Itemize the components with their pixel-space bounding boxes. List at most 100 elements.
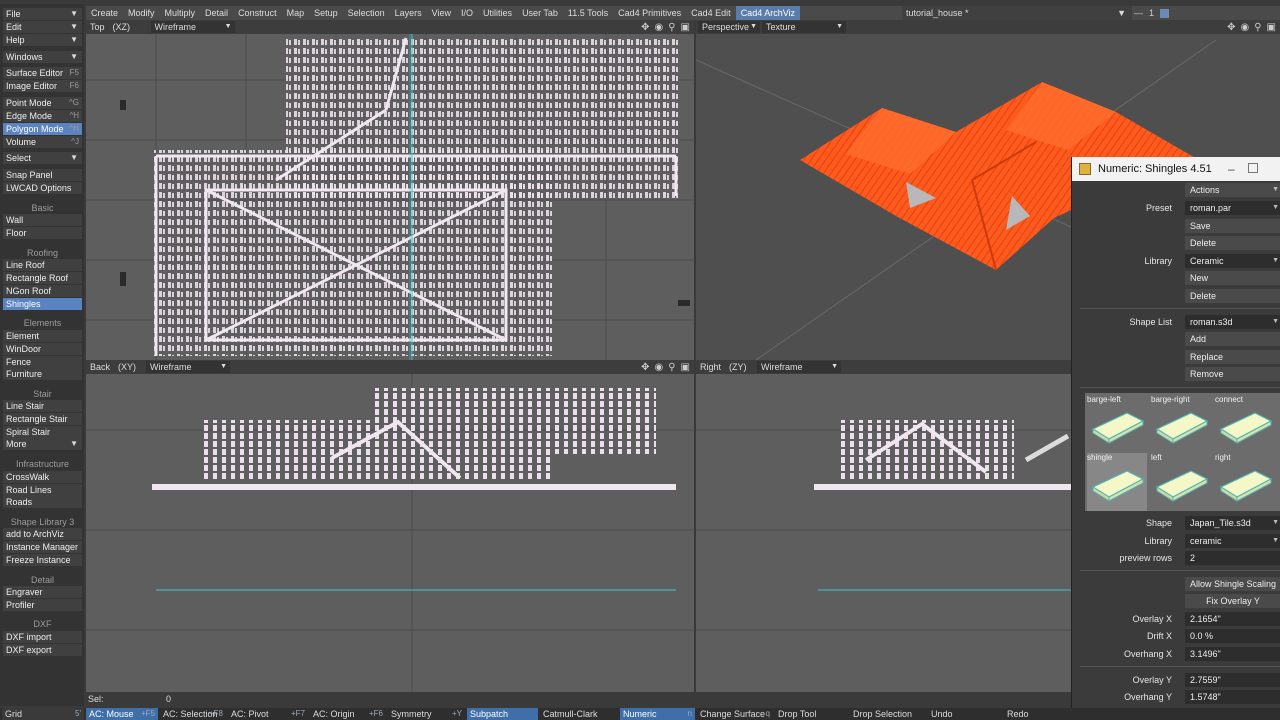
viewport-axes-label[interactable]: (XZ)	[109, 20, 149, 34]
shape-thumbnail-barge-left[interactable]: barge-left	[1087, 395, 1147, 453]
menu-tab-layers[interactable]: Layers	[390, 6, 427, 20]
menu-tab-user-tab[interactable]: User Tab	[517, 6, 563, 20]
remove-shape-button[interactable]: Remove	[1185, 367, 1280, 381]
sidebar-button-snap-panel[interactable]: Snap Panel	[3, 169, 82, 181]
sidebar-button-select[interactable]: Select ▼	[3, 152, 82, 164]
preview-rows-input[interactable]: 2	[1185, 551, 1280, 565]
shape-thumbnail-connect[interactable]: connect	[1215, 395, 1275, 453]
sidebar-button-spiral-stair[interactable]: Spiral Stair	[3, 426, 82, 438]
sidebar-button-image-editor[interactable]: Image Editor F6	[3, 80, 82, 92]
sidebar-button-point-mode[interactable]: Point Mode ^G	[3, 97, 82, 109]
move-view-icon[interactable]: ✥	[1227, 22, 1235, 33]
sidebar-button-line-roof[interactable]: Line Roof	[3, 259, 82, 271]
layer-indicator-icon[interactable]	[1160, 8, 1170, 18]
viewport-right[interactable]: Right (ZY) Wireframe	[696, 360, 1071, 692]
move-view-icon[interactable]: ✥	[641, 22, 649, 33]
sidebar-button-rectangle-roof[interactable]: Rectangle Roof	[3, 272, 82, 284]
status-toggle-symmetry[interactable]: Symmetry +Y	[388, 708, 465, 720]
viewport-render-mode-dropdown[interactable]: Wireframe	[146, 361, 231, 373]
sidebar-button-more[interactable]: More ▼	[3, 438, 82, 450]
sidebar-button-edit[interactable]: Edit ▼	[3, 21, 82, 33]
viewport-view-dropdown[interactable]: Perspective	[698, 21, 760, 33]
status-toggle-ac-pivot[interactable]: AC: Pivot +F7	[228, 708, 308, 720]
menu-tab-setup[interactable]: Setup	[309, 6, 343, 20]
sidebar-button-furniture[interactable]: Furniture	[3, 368, 82, 380]
shape-dropdown[interactable]: Japan_Tile.s3d ▼	[1185, 516, 1280, 530]
status-toggle-subpatch[interactable]: Subpatch	[467, 708, 538, 720]
actions-dropdown[interactable]: Actions ▼	[1185, 183, 1280, 197]
status-toggle-drop-selection[interactable]: Drop Selection	[850, 708, 926, 720]
sidebar-button-surface-editor[interactable]: Surface Editor F5	[3, 67, 82, 79]
menu-tab-detail[interactable]: Detail	[200, 6, 233, 20]
viewport-render-mode-dropdown[interactable]: Wireframe	[757, 361, 842, 373]
allow-shingle-scaling-toggle[interactable]: Allow Shingle Scaling	[1185, 577, 1280, 591]
status-toggle-ac-origin[interactable]: AC: Origin +F6	[310, 708, 386, 720]
sidebar-button-polygon-mode[interactable]: Polygon Mode ^H	[3, 123, 82, 135]
status-toggle-undo[interactable]: Undo	[928, 708, 1002, 720]
zoom-icon[interactable]: ⚲	[1254, 22, 1261, 33]
sidebar-button-crosswalk[interactable]: CrossWalk	[3, 471, 82, 483]
overlay-y-input[interactable]: 2.7559"	[1185, 673, 1280, 687]
panel-title-bar[interactable]: Numeric: Shingles 4.51 –	[1072, 157, 1280, 181]
shape-library-dropdown[interactable]: ceramic ▼	[1185, 534, 1280, 548]
add-shape-button[interactable]: Add	[1185, 332, 1280, 346]
sidebar-button-instance-manager[interactable]: Instance Manager	[3, 541, 82, 553]
shape-thumbnail-left[interactable]: left	[1151, 453, 1211, 511]
library-dropdown[interactable]: Ceramic ▼	[1185, 254, 1280, 268]
viewport-view-label[interactable]: Top	[86, 20, 109, 34]
sidebar-button-engraver[interactable]: Engraver	[3, 586, 82, 598]
sidebar-button-add-to-archviz[interactable]: add to ArchViz	[3, 528, 82, 540]
sidebar-button-help[interactable]: Help ▼	[3, 34, 82, 46]
menu-tab-11-5-tools[interactable]: 11.5 Tools	[563, 6, 613, 20]
maximize-viewport-icon[interactable]: ▣	[1267, 22, 1276, 33]
menu-tab-construct[interactable]: Construct	[233, 6, 282, 20]
status-toggle-ac-mouse[interactable]: AC: Mouse +F5	[86, 708, 158, 720]
menu-tab-view[interactable]: View	[427, 6, 456, 20]
viewport-axes-label[interactable]: (XY)	[114, 360, 144, 374]
zoom-icon[interactable]: ⚲	[668, 22, 675, 33]
window-minimize-icon[interactable]: —	[1134, 8, 1143, 18]
menu-tab-cad4-archviz[interactable]: Cad4 ArchViz	[735, 6, 801, 20]
sidebar-button-road-lines[interactable]: Road Lines	[3, 484, 82, 496]
maximize-viewport-icon[interactable]: ▣	[681, 362, 690, 373]
fix-overlay-y-toggle[interactable]: Fix Overlay Y	[1185, 594, 1280, 608]
move-view-icon[interactable]: ✥	[641, 362, 649, 373]
sidebar-button-fence[interactable]: Fence	[3, 356, 82, 368]
status-toggle-redo[interactable]: Redo	[1004, 708, 1070, 720]
maximize-viewport-icon[interactable]: ▣	[681, 22, 690, 33]
rotate-view-icon[interactable]: ◉	[1240, 22, 1249, 33]
status-toggle-catmull-clark[interactable]: Catmull-Clark	[540, 708, 618, 720]
drift-x-input[interactable]: 0.0 %	[1185, 629, 1280, 643]
sidebar-button-windows[interactable]: Windows ▼	[3, 51, 82, 63]
rotate-view-icon[interactable]: ◉	[654, 22, 663, 33]
zoom-icon[interactable]: ⚲	[668, 362, 675, 373]
minimize-icon[interactable]: –	[1228, 157, 1235, 181]
delete-preset-button[interactable]: Delete	[1185, 236, 1280, 250]
status-toggle-numeric[interactable]: Numeric n	[620, 708, 695, 720]
sidebar-button-line-stair[interactable]: Line Stair	[3, 400, 82, 412]
status-toggle-change-surface[interactable]: Change Surface q	[697, 708, 773, 720]
status-toggle-drop-tool[interactable]: Drop Tool	[775, 708, 848, 720]
sidebar-button-dxf-export[interactable]: DXF export	[3, 644, 82, 656]
menu-tab-create[interactable]: Create	[86, 6, 123, 20]
shape-thumbnail-shingle[interactable]: shingle	[1087, 453, 1147, 511]
new-library-button[interactable]: New	[1185, 271, 1280, 285]
menu-tab-modify[interactable]: Modify	[123, 6, 160, 20]
sidebar-button-edge-mode[interactable]: Edge Mode ^H	[3, 110, 82, 122]
sidebar-button-volume[interactable]: Volume ^J	[3, 136, 82, 148]
menu-tab-multiply[interactable]: Multiply	[160, 6, 201, 20]
viewport-axes-label[interactable]: (ZY)	[725, 360, 755, 374]
sidebar-button-dxf-import[interactable]: DXF import	[3, 631, 82, 643]
sidebar-button-windoor[interactable]: WinDoor	[3, 343, 82, 355]
overhang-x-input[interactable]: 3.1496"	[1185, 647, 1280, 661]
sidebar-button-rectangle-stair[interactable]: Rectangle Stair	[3, 413, 82, 425]
viewport-back[interactable]: Back (XY) Wireframe ✥ ◉ ⚲ ▣	[86, 360, 694, 692]
menu-tab-selection[interactable]: Selection	[343, 6, 390, 20]
preset-dropdown[interactable]: roman.par ▼	[1185, 201, 1280, 215]
shape-thumbnail-right[interactable]: right	[1215, 453, 1275, 511]
viewport-render-mode-dropdown[interactable]: Texture	[762, 21, 846, 33]
save-preset-button[interactable]: Save	[1185, 219, 1280, 233]
sidebar-button-file[interactable]: File ▼	[3, 8, 82, 20]
sidebar-button-floor[interactable]: Floor	[3, 227, 82, 239]
sidebar-button-freeze-instance[interactable]: Freeze Instance	[3, 554, 82, 566]
